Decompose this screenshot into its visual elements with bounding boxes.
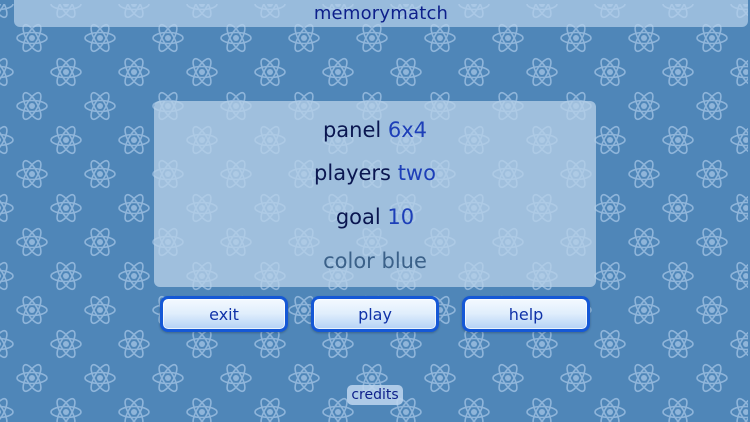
help-button[interactable]: help <box>462 296 590 332</box>
setting-value-goal: 10 <box>387 205 415 229</box>
exit-button[interactable]: exit <box>160 296 288 332</box>
setting-label-color: color <box>323 249 382 273</box>
title-bar: memorymatch <box>14 0 748 27</box>
setting-label-players: players <box>314 161 398 185</box>
setting-label-goal: goal <box>335 205 388 229</box>
setting-value-color: blue <box>381 249 427 273</box>
credits-button[interactable]: credits <box>347 385 403 405</box>
app-title: memorymatch <box>313 3 449 24</box>
setting-panel-size[interactable]: panel 6x4 <box>154 115 596 145</box>
setting-color[interactable]: color blue <box>154 246 596 276</box>
setting-value-players: two <box>397 161 436 185</box>
setting-players[interactable]: players two <box>154 158 596 188</box>
play-button[interactable]: play <box>311 296 439 332</box>
setting-label-panel: panel <box>322 118 388 142</box>
setting-goal[interactable]: goal 10 <box>154 202 596 232</box>
setting-value-panel: 6x4 <box>387 118 428 142</box>
settings-panel: panel 6x4 players two goal 10 color blue <box>154 101 596 287</box>
